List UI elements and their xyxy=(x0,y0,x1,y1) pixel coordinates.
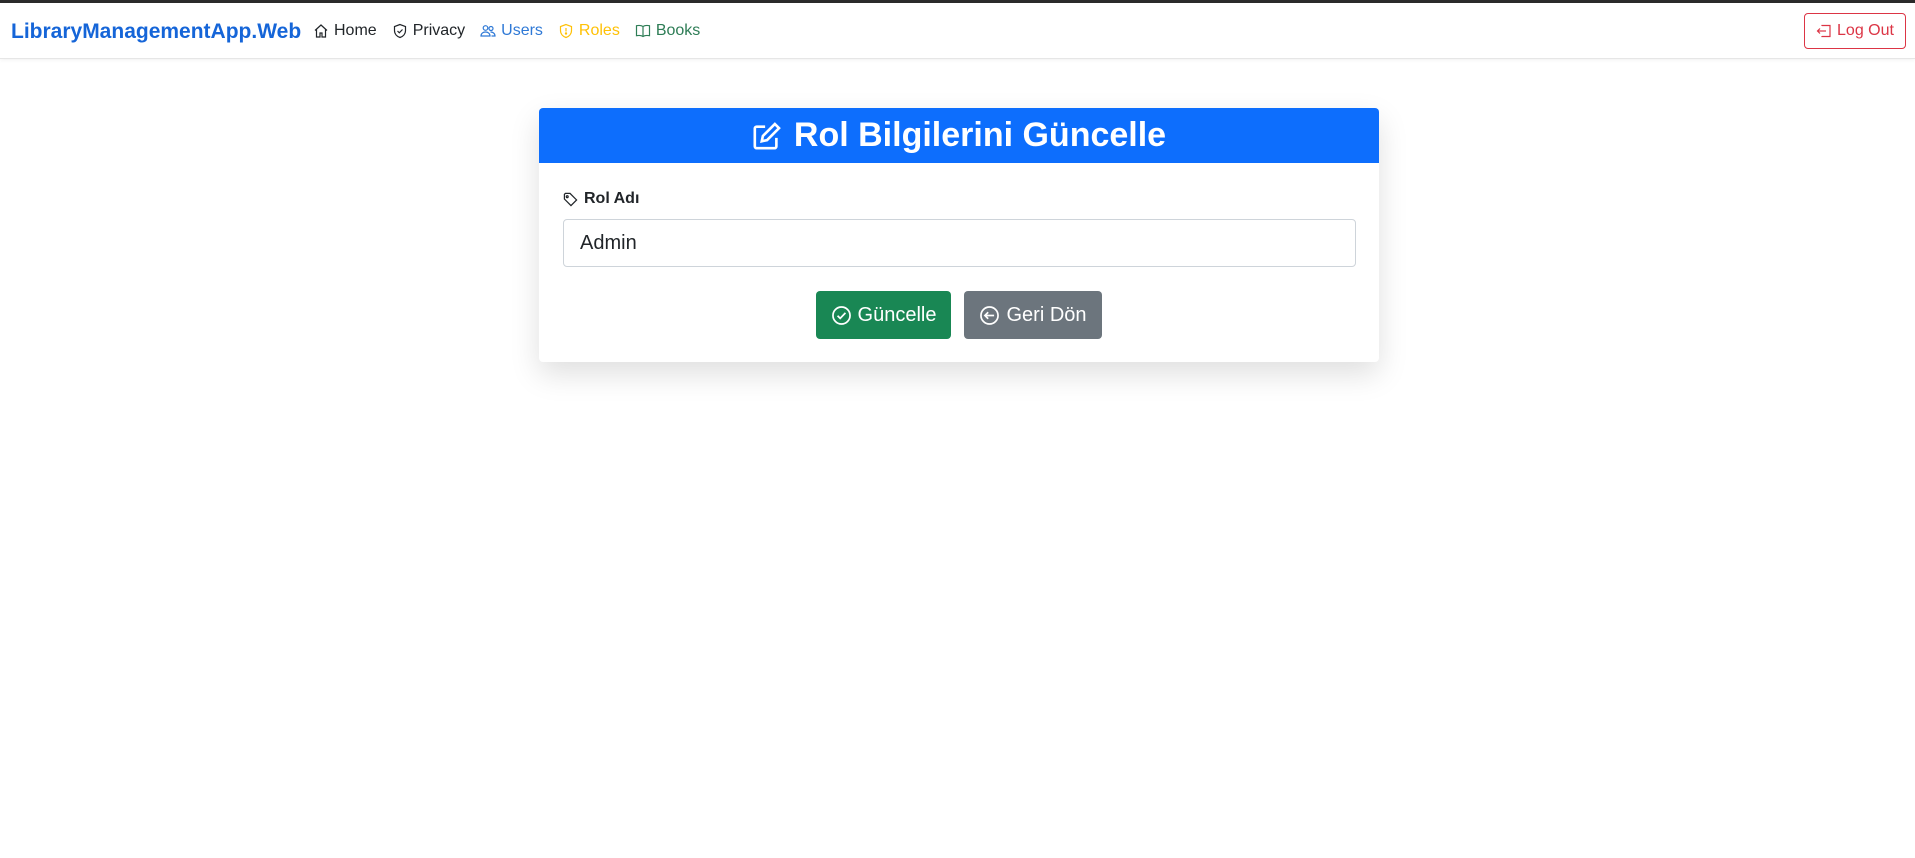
nav-users-link[interactable]: Users xyxy=(480,22,543,40)
card-header: Rol Bilgilerini Güncelle xyxy=(539,108,1379,163)
update-button[interactable]: Güncelle xyxy=(816,291,951,339)
shield-exclamation-icon xyxy=(559,23,573,39)
arrow-left-circle-icon xyxy=(980,305,1000,325)
nav-roles-link[interactable]: Roles xyxy=(558,22,620,40)
logout-label: Log Out xyxy=(1837,22,1894,39)
role-name-input[interactable] xyxy=(563,219,1356,267)
back-button-label: Geri Dön xyxy=(1006,303,1087,326)
pencil-square-icon xyxy=(753,121,781,149)
people-icon xyxy=(480,25,496,37)
brand-link[interactable]: LibraryManagementApp.Web xyxy=(11,20,301,44)
nav-books-label: Books xyxy=(655,22,701,39)
tag-icon xyxy=(563,192,578,206)
navbar: LibraryManagementApp.Web Home Privacy Us… xyxy=(0,3,1915,59)
card-title: Rol Bilgilerini Güncelle xyxy=(793,116,1167,154)
nav-home-link[interactable]: Home xyxy=(313,22,377,40)
nav-links: Home Privacy Users Roles Books xyxy=(313,22,700,40)
nav-roles-label: Roles xyxy=(578,22,620,39)
check-circle-icon xyxy=(831,305,851,325)
box-arrow-left-icon xyxy=(1816,24,1831,38)
edit-role-card: Rol Bilgilerini Güncelle Rol Adı Güncell… xyxy=(539,108,1379,362)
nav-users-label: Users xyxy=(501,22,543,39)
update-button-label: Güncelle xyxy=(857,303,937,326)
nav-books-link[interactable]: Books xyxy=(635,22,700,40)
nav-home-label: Home xyxy=(334,22,377,39)
house-icon xyxy=(314,24,328,38)
nav-privacy-link[interactable]: Privacy xyxy=(392,22,465,40)
logout-button[interactable]: Log Out xyxy=(1804,13,1906,49)
role-name-label-text: Rol Adı xyxy=(584,190,640,207)
shield-icon xyxy=(393,23,406,39)
back-button[interactable]: Geri Dön xyxy=(964,291,1102,339)
role-name-label: Rol Adı xyxy=(563,190,639,208)
nav-privacy-label: Privacy xyxy=(412,22,466,39)
book-icon xyxy=(635,24,650,38)
